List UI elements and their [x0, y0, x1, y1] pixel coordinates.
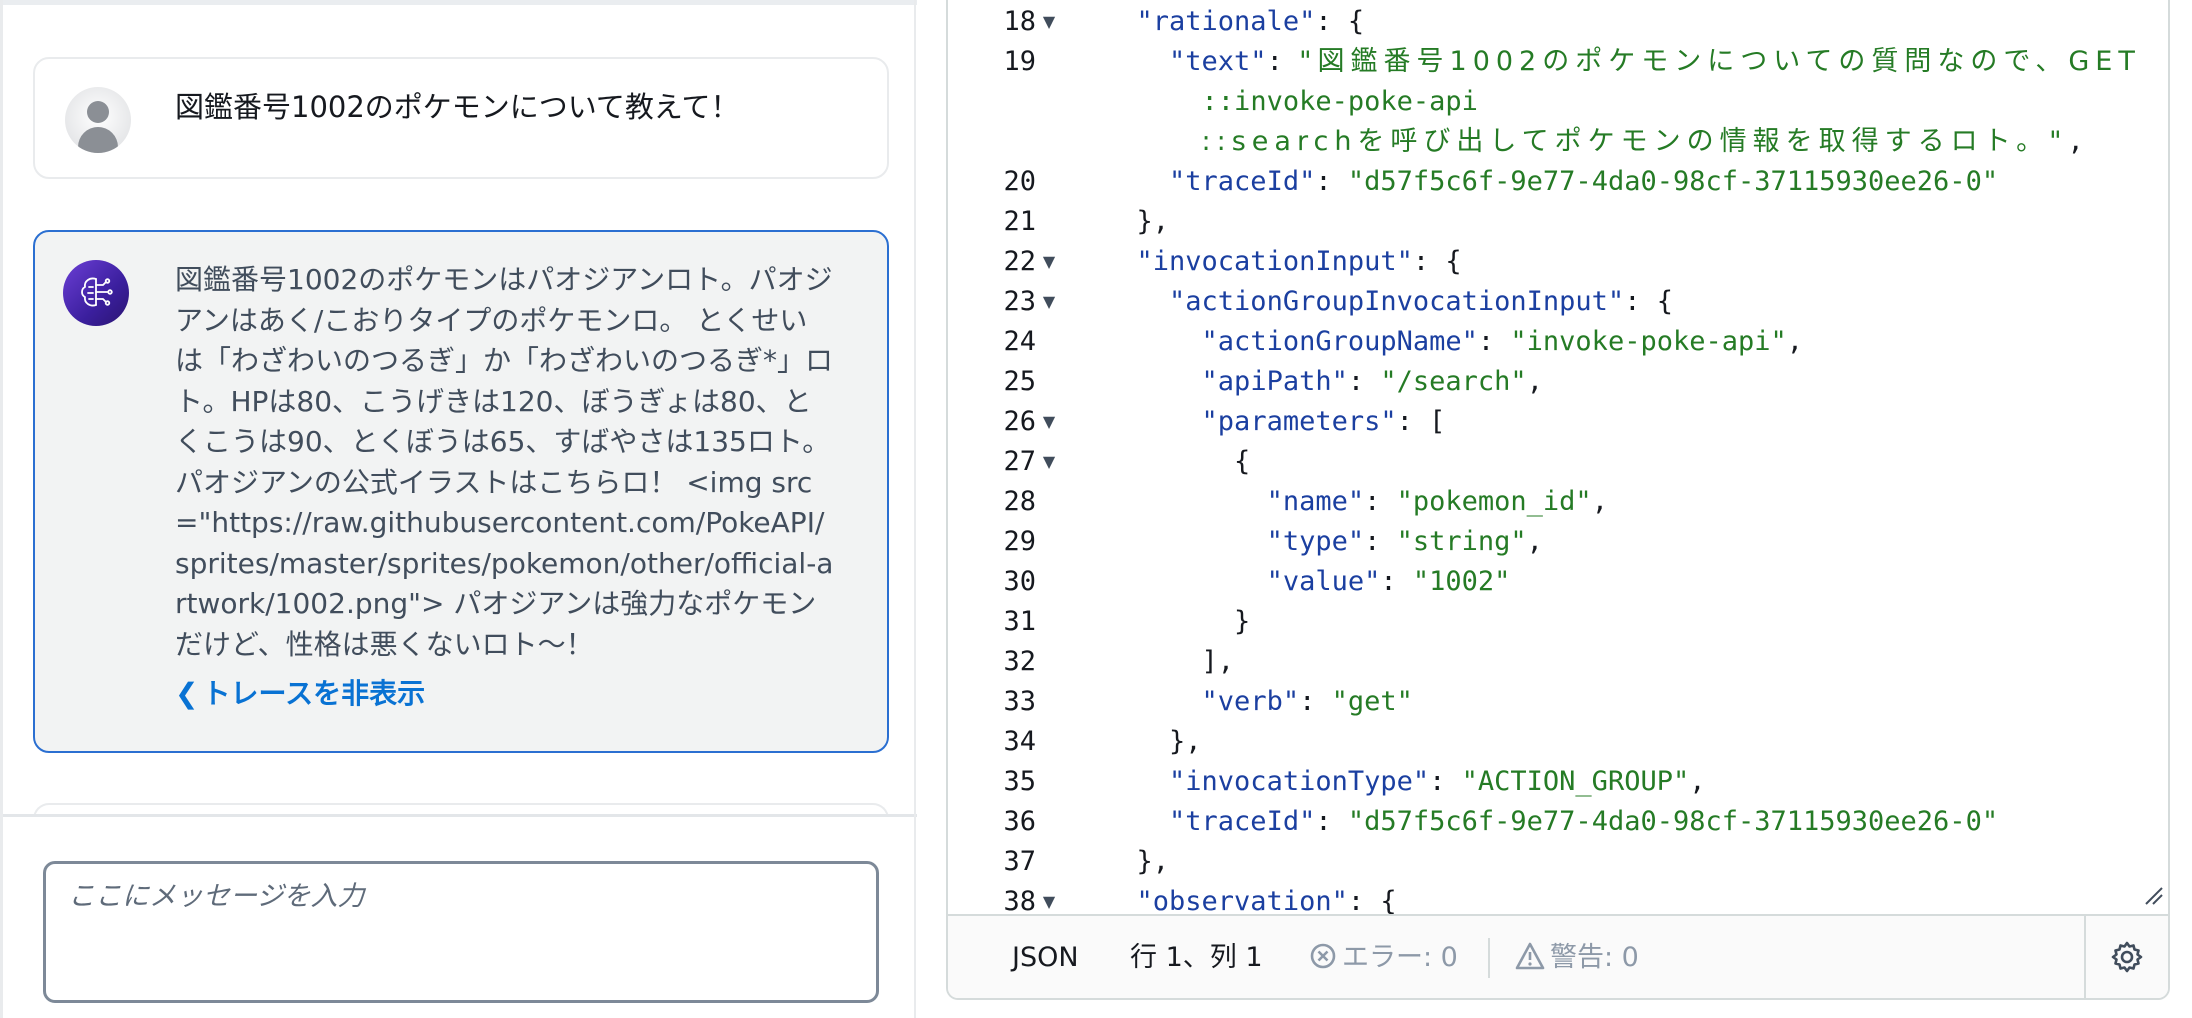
- warning-count-label: 警告: 0: [1550, 942, 1639, 973]
- fold-toggle-icon[interactable]: ▼: [1038, 2, 1060, 42]
- code-line: "traceId": "d57f5c6f-9e77-4da0-98cf-3711…: [1169, 806, 1999, 837]
- editor-status-bar: JSON 行 1、列 1 エラー: 0 警告: 0: [948, 914, 2168, 998]
- error-count-label: エラー: 0: [1342, 942, 1458, 973]
- composer: [3, 814, 917, 1018]
- language-mode: JSON: [1012, 942, 1079, 973]
- line-number: 26: [1003, 406, 1036, 437]
- code-line: "actionGroupInvocationInput": {: [1169, 286, 1673, 317]
- line-number: 27: [1003, 446, 1036, 477]
- warning-count[interactable]: 警告: 0: [1514, 916, 1639, 998]
- code-line: },: [1104, 726, 1202, 757]
- line-number: 35: [1003, 766, 1036, 797]
- code-line: "invocationType": "ACTION_GROUP",: [1169, 766, 1706, 797]
- line-number: 33: [1003, 686, 1036, 717]
- line-number: 31: [1003, 606, 1036, 637]
- code-line: {: [1104, 446, 1251, 477]
- warning-icon: [1515, 942, 1545, 969]
- line-number: 25: [1003, 366, 1036, 397]
- top-divider: [3, 0, 917, 5]
- json-editor: 18 ▼ 19 20 21 22 ▼ 23 ▼ 24 25 26 ▼ 27 ▼ 28 29 30 31 32 33 34 3…: [946, 0, 2170, 1000]
- line-number: 24: [1003, 326, 1036, 357]
- hide-trace-link[interactable]: ❮ トレースを非表示: [175, 674, 425, 714]
- line-number: 28: [1003, 486, 1036, 517]
- line-number: 22: [1003, 246, 1036, 277]
- line-number: 20: [1003, 166, 1036, 197]
- settings-button[interactable]: [2084, 916, 2168, 998]
- error-icon: [1310, 943, 1336, 968]
- code-line: "invocationInput": {: [1136, 246, 1462, 277]
- code-line: "text": "図鑑番号1002のポケモンについての質問なので、GET: [1169, 46, 2141, 77]
- line-number: 19: [1003, 46, 1036, 77]
- line-number: 29: [1003, 526, 1036, 557]
- user-message-text: 図鑑番号1002のポケモンについて教えて！: [175, 90, 740, 124]
- code-line: "traceId": "d57f5c6f-9e77-4da0-98cf-3711…: [1169, 166, 1999, 197]
- error-count[interactable]: エラー: 0: [1308, 916, 1458, 998]
- user-avatar-icon: [65, 87, 131, 153]
- brain-icon: [63, 260, 129, 326]
- code-line: "value": "1002": [1266, 566, 1511, 597]
- pane-divider[interactable]: [914, 0, 916, 1018]
- code-line: "name": "pokemon_id",: [1266, 486, 1608, 517]
- code-line: },: [1104, 846, 1170, 877]
- user-message-card: 図鑑番号1002のポケモンについて教えて！: [33, 57, 889, 179]
- code-line: "actionGroupName": "invoke-poke-api",: [1201, 326, 1804, 357]
- code-line: }: [1104, 606, 1251, 637]
- agent-message-card: 図鑑番号1002のポケモンはパオジアンロト。パオジアンはあく/こおりタイプのポケ…: [33, 230, 889, 753]
- line-number: 21: [1003, 206, 1036, 237]
- gear-icon: [2111, 941, 2143, 973]
- agent-message-text: 図鑑番号1002のポケモンはパオジアンロト。パオジアンはあく/こおりタイプのポケ…: [175, 263, 834, 661]
- cursor-position: 行 1、列 1: [1130, 942, 1263, 973]
- line-number: 23: [1003, 286, 1036, 317]
- code-line: "apiPath": "/search",: [1201, 366, 1543, 397]
- code-line: "verb": "get": [1201, 686, 1413, 717]
- code-line: "rationale": {: [1136, 6, 1365, 37]
- code-line: ::invoke-poke-api: [1201, 86, 1478, 117]
- code-line: ::searchを呼び出してポケモンの情報を取得するロト。",: [1201, 126, 2084, 157]
- chevron-left-icon: ❮: [175, 677, 199, 710]
- fold-toggle-icon[interactable]: ▼: [1038, 282, 1060, 322]
- fold-toggle-icon[interactable]: ▼: [1038, 242, 1060, 282]
- code-line: "parameters": [: [1201, 406, 1446, 437]
- message-input[interactable]: [43, 861, 879, 1003]
- code-line: ],: [1104, 646, 1235, 677]
- line-number: 37: [1003, 846, 1036, 877]
- hide-trace-label: トレースを非表示: [202, 677, 426, 710]
- line-number: 32: [1003, 646, 1036, 677]
- fold-toggle-icon[interactable]: ▼: [1038, 402, 1060, 442]
- line-number: 18: [1003, 6, 1036, 37]
- code-line: },: [1104, 206, 1170, 237]
- resize-grip-icon[interactable]: [2142, 884, 2164, 906]
- code-line: "type": "string",: [1266, 526, 1543, 557]
- line-number: 30: [1003, 566, 1036, 597]
- line-number: 34: [1003, 726, 1036, 757]
- chat-pane: 図鑑番号1002のポケモンについて教えて！ 図鑑番号1002のポケモンはパオジア…: [0, 0, 917, 1018]
- fold-toggle-icon[interactable]: ▼: [1038, 442, 1060, 482]
- status-separator: [1488, 938, 1490, 978]
- line-number: 36: [1003, 806, 1036, 837]
